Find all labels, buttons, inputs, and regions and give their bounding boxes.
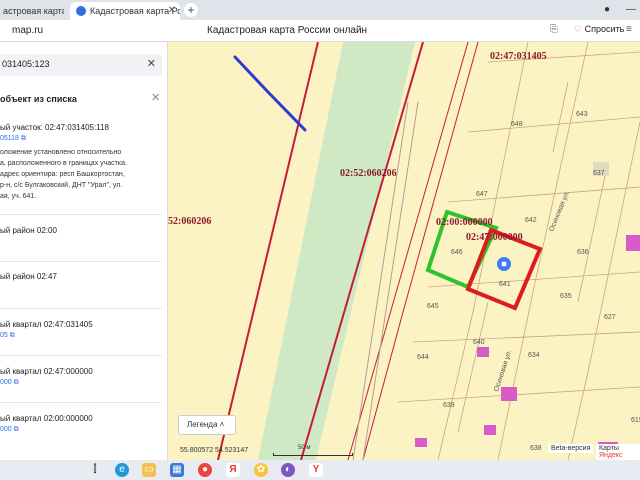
- parcel-number: 645: [427, 303, 439, 310]
- item-description: оложение установлено относительно а, рас…: [0, 149, 127, 200]
- parcel-number: 634: [528, 352, 540, 359]
- drawn-line: [233, 55, 307, 132]
- tab-yandex-map[interactable]: астровая карта — Янд: [0, 2, 64, 20]
- divider: [0, 214, 162, 215]
- scale-label: 50 м: [298, 445, 311, 451]
- item-title: ый квартал 02:00:000000: [0, 414, 93, 423]
- parcel-number: 644: [417, 354, 429, 361]
- parcel-number: 647: [476, 191, 488, 198]
- item-title: ый участок: 02:47:031405:118: [0, 123, 109, 132]
- new-tab-button[interactable]: +: [184, 3, 198, 17]
- yandex-icon[interactable]: Я: [226, 463, 240, 477]
- tab-close-icon[interactable]: ✕: [168, 2, 176, 20]
- parcel-number: 619: [631, 417, 640, 424]
- bookmark-icon[interactable]: ⎘: [550, 24, 558, 35]
- list-item[interactable]: ый участок: 02:47:031405:118 05118 ⧉ оло…: [0, 123, 160, 202]
- beta-badge[interactable]: Beta-версия: [548, 444, 594, 453]
- item-title: ый квартал 02:47:031405: [0, 320, 93, 329]
- legend-label: Легенда: [187, 420, 218, 429]
- divider: [0, 261, 162, 262]
- copy-icon[interactable]: ⧉: [14, 426, 19, 433]
- item-title: ый район 02:00: [0, 226, 57, 235]
- media-icon[interactable]: ◐: [281, 463, 295, 477]
- divider: [0, 355, 162, 356]
- quarter-label: 02:47:000000: [466, 232, 523, 243]
- parcel-number: 637: [593, 170, 605, 177]
- alice-icon: ♡: [574, 24, 583, 34]
- chrome-icon[interactable]: ●: [198, 463, 212, 477]
- coordinates-readout: 55.800572 54.523147: [180, 447, 249, 454]
- tab-label: Кадастровая карта Рос: [90, 6, 180, 16]
- divider: [0, 308, 162, 309]
- parcel-number: 648: [511, 121, 523, 128]
- tab-cadastral-map[interactable]: Кадастровая карта Рос ✕: [70, 2, 180, 20]
- parcel-number: 638: [530, 445, 542, 452]
- list-item[interactable]: ый квартал 02:00:000000 000 ⧉: [0, 414, 160, 434]
- copy-icon[interactable]: ⧉: [14, 379, 19, 386]
- list-item[interactable]: ый район 02:47: [0, 272, 160, 281]
- clear-search-icon[interactable]: ✕: [147, 57, 156, 70]
- street-label: Осиновая ул.: [548, 190, 571, 233]
- list-item[interactable]: ый квартал 02:47:000000 000 ⧉: [0, 367, 160, 387]
- profile-icon[interactable]: ●: [600, 3, 614, 17]
- legend-button[interactable]: Легенда ˄: [178, 415, 236, 435]
- list-item[interactable]: ый квартал 02:47:031405 05 ⧉: [0, 320, 160, 340]
- quarter-label: 02:00:000000: [436, 217, 493, 228]
- ask-button[interactable]: ♡ Спросить: [574, 24, 624, 35]
- item-number: 05 ⧉: [0, 332, 15, 339]
- parcel-number: 636: [577, 249, 589, 256]
- quarter-label: 02:47:031405: [490, 51, 547, 62]
- store-icon[interactable]: ▦: [170, 463, 184, 477]
- parcel-number: 642: [525, 217, 537, 224]
- page-title: Кадастровая карта России онлайн: [207, 25, 368, 36]
- tab-label: астровая карта — Янд: [3, 6, 64, 16]
- sidebar: 031405:123 ✕ объект из списка ✕ ый участ…: [0, 42, 168, 460]
- maps-brand: Яндекс: [599, 452, 623, 459]
- divider: [0, 402, 162, 403]
- parcel-number: 639: [443, 402, 455, 409]
- street-label: Осиновая ул.: [493, 349, 513, 392]
- photos-icon[interactable]: ✿: [254, 463, 268, 477]
- url-field[interactable]: map.ru: [12, 25, 43, 36]
- minimize-icon[interactable]: —: [624, 3, 638, 17]
- ask-button-label: Спросить: [584, 24, 625, 34]
- item-number: 000 ⧉: [0, 426, 19, 433]
- taskbar: ⫿ e ▭ ▦ ● Я ✿ ◐ Y: [0, 460, 640, 480]
- location-pin-icon[interactable]: [497, 257, 511, 271]
- edge-icon[interactable]: e: [115, 463, 129, 477]
- close-list-icon[interactable]: ✕: [151, 91, 160, 104]
- item-title: ый район 02:47: [0, 272, 57, 281]
- menu-icon[interactable]: ≡: [626, 24, 632, 35]
- copy-icon[interactable]: ⧉: [10, 332, 15, 339]
- list-item[interactable]: ый район 02:00: [0, 226, 160, 235]
- parcel-number: 641: [499, 281, 511, 288]
- parcel-number: 640: [473, 339, 485, 346]
- search-value: 031405:123: [2, 59, 50, 69]
- site-favicon-icon: [76, 6, 86, 16]
- quarter-label: 02:52:060206: [340, 168, 397, 179]
- explorer-icon[interactable]: ▭: [142, 463, 156, 477]
- address-bar: map.ru Кадастровая карта России онлайн ⎘…: [0, 20, 640, 42]
- quarter-label: 52:060206: [168, 216, 211, 227]
- parcel-number: 627: [604, 314, 616, 321]
- chevron-up-icon: ˄: [219, 420, 225, 429]
- copy-icon[interactable]: ⧉: [21, 135, 26, 142]
- yandex-browser-icon[interactable]: Y: [309, 463, 323, 477]
- yandex-maps-badge[interactable]: Карты Яндекс: [596, 444, 640, 460]
- map-canvas[interactable]: 02:47:031405 02:52:060206 52:060206 02:0…: [168, 42, 640, 460]
- list-title: объект из списка: [0, 94, 77, 104]
- map-view[interactable]: 02:47:031405 02:52:060206 52:060206 02:0…: [168, 42, 640, 460]
- parcel-number: 635: [560, 293, 572, 300]
- item-number: 05118 ⧉: [0, 135, 26, 142]
- parcel-number: 646: [451, 249, 463, 256]
- item-title: ый квартал 02:47:000000: [0, 367, 93, 376]
- maps-label: Карты: [599, 445, 619, 452]
- search-input[interactable]: 031405:123 ✕: [0, 54, 162, 76]
- item-number: 000 ⧉: [0, 379, 19, 386]
- task-view-icon[interactable]: ⫿: [88, 463, 102, 477]
- parcel-number: 643: [576, 111, 588, 118]
- scale-bar: [273, 453, 353, 456]
- browser-tab-bar: астровая карта — Янд Кадастровая карта Р…: [0, 0, 640, 20]
